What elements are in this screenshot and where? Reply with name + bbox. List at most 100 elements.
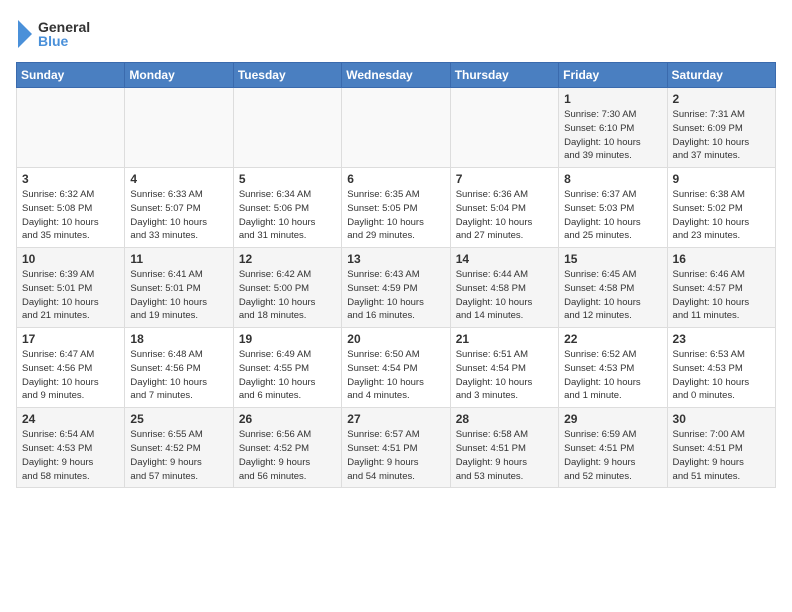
calendar-cell: 20 Sunrise: 6:50 AM Sunset: 4:54 PM Dayli… xyxy=(342,328,450,408)
logo-svg: GeneralBlue xyxy=(16,16,106,52)
calendar-cell: 6 Sunrise: 6:35 AM Sunset: 5:05 PM Daylig… xyxy=(342,168,450,248)
day-number: 20 xyxy=(347,332,444,346)
calendar-cell: 16 Sunrise: 6:46 AM Sunset: 4:57 PM Dayli… xyxy=(667,248,775,328)
calendar-cell: 24 Sunrise: 6:54 AM Sunset: 4:53 PM Dayli… xyxy=(17,408,125,488)
day-info: Sunrise: 6:56 AM Sunset: 4:52 PM Dayligh… xyxy=(239,428,336,483)
day-number: 21 xyxy=(456,332,553,346)
day-info: Sunrise: 7:30 AM Sunset: 6:10 PM Dayligh… xyxy=(564,108,661,163)
calendar-cell: 18Sunrise: 6:48 AM Sunset: 4:56 PM Dayli… xyxy=(125,328,233,408)
day-number: 2 xyxy=(673,92,770,106)
weekday-header-wednesday: Wednesday xyxy=(342,63,450,88)
weekday-header-tuesday: Tuesday xyxy=(233,63,341,88)
day-info: Sunrise: 6:39 AM Sunset: 5:01 PM Dayligh… xyxy=(22,268,119,323)
day-number: 7 xyxy=(456,172,553,186)
calendar-cell: 15Sunrise: 6:45 AM Sunset: 4:58 PM Dayli… xyxy=(559,248,667,328)
day-number: 19 xyxy=(239,332,336,346)
weekday-header-thursday: Thursday xyxy=(450,63,558,88)
calendar-cell: 13 Sunrise: 6:43 AM Sunset: 4:59 PM Dayli… xyxy=(342,248,450,328)
calendar-cell: 11Sunrise: 6:41 AM Sunset: 5:01 PM Dayli… xyxy=(125,248,233,328)
weekday-header-row: SundayMondayTuesdayWednesdayThursdayFrid… xyxy=(17,63,776,88)
weekday-header-sunday: Sunday xyxy=(17,63,125,88)
calendar-cell xyxy=(125,88,233,168)
day-number: 17 xyxy=(22,332,119,346)
calendar-cell: 25 Sunrise: 6:55 AM Sunset: 4:52 PM Dayli… xyxy=(125,408,233,488)
day-number: 18 xyxy=(130,332,227,346)
calendar-cell: 9 Sunrise: 6:38 AM Sunset: 5:02 PM Daylig… xyxy=(667,168,775,248)
day-number: 14 xyxy=(456,252,553,266)
calendar-cell: 14 Sunrise: 6:44 AM Sunset: 4:58 PM Dayli… xyxy=(450,248,558,328)
calendar-cell: 8 Sunrise: 6:37 AM Sunset: 5:03 PM Daylig… xyxy=(559,168,667,248)
day-number: 15 xyxy=(564,252,661,266)
day-number: 5 xyxy=(239,172,336,186)
day-info: Sunrise: 6:50 AM Sunset: 4:54 PM Dayligh… xyxy=(347,348,444,403)
weekday-header-monday: Monday xyxy=(125,63,233,88)
calendar-cell: 22 Sunrise: 6:52 AM Sunset: 4:53 PM Dayli… xyxy=(559,328,667,408)
day-number: 6 xyxy=(347,172,444,186)
weekday-header-saturday: Saturday xyxy=(667,63,775,88)
day-info: Sunrise: 7:31 AM Sunset: 6:09 PM Dayligh… xyxy=(673,108,770,163)
calendar-week-row: 3 Sunrise: 6:32 AM Sunset: 5:08 PM Daylig… xyxy=(17,168,776,248)
day-info: Sunrise: 6:55 AM Sunset: 4:52 PM Dayligh… xyxy=(130,428,227,483)
day-number: 26 xyxy=(239,412,336,426)
day-number: 16 xyxy=(673,252,770,266)
calendar-cell xyxy=(450,88,558,168)
day-info: Sunrise: 6:46 AM Sunset: 4:57 PM Dayligh… xyxy=(673,268,770,323)
calendar-cell: 17 Sunrise: 6:47 AM Sunset: 4:56 PM Dayli… xyxy=(17,328,125,408)
day-number: 30 xyxy=(673,412,770,426)
calendar-cell: 12Sunrise: 6:42 AM Sunset: 5:00 PM Dayli… xyxy=(233,248,341,328)
logo: GeneralBlue xyxy=(16,16,106,52)
day-number: 22 xyxy=(564,332,661,346)
day-info: Sunrise: 6:58 AM Sunset: 4:51 PM Dayligh… xyxy=(456,428,553,483)
day-info: Sunrise: 7:00 AM Sunset: 4:51 PM Dayligh… xyxy=(673,428,770,483)
calendar-cell: 5Sunrise: 6:34 AM Sunset: 5:06 PM Daylig… xyxy=(233,168,341,248)
day-info: Sunrise: 6:47 AM Sunset: 4:56 PM Dayligh… xyxy=(22,348,119,403)
day-number: 10 xyxy=(22,252,119,266)
calendar-cell: 27 Sunrise: 6:57 AM Sunset: 4:51 PM Dayli… xyxy=(342,408,450,488)
day-info: Sunrise: 6:49 AM Sunset: 4:55 PM Dayligh… xyxy=(239,348,336,403)
day-info: Sunrise: 6:35 AM Sunset: 5:05 PM Dayligh… xyxy=(347,188,444,243)
day-number: 23 xyxy=(673,332,770,346)
day-number: 13 xyxy=(347,252,444,266)
calendar-week-row: 17 Sunrise: 6:47 AM Sunset: 4:56 PM Dayli… xyxy=(17,328,776,408)
day-number: 4 xyxy=(130,172,227,186)
day-number: 28 xyxy=(456,412,553,426)
calendar-week-row: 24 Sunrise: 6:54 AM Sunset: 4:53 PM Dayli… xyxy=(17,408,776,488)
calendar-week-row: 1 Sunrise: 7:30 AM Sunset: 6:10 PM Daylig… xyxy=(17,88,776,168)
calendar-cell xyxy=(17,88,125,168)
day-info: Sunrise: 6:32 AM Sunset: 5:08 PM Dayligh… xyxy=(22,188,119,243)
day-number: 27 xyxy=(347,412,444,426)
day-info: Sunrise: 6:52 AM Sunset: 4:53 PM Dayligh… xyxy=(564,348,661,403)
day-number: 29 xyxy=(564,412,661,426)
day-number: 8 xyxy=(564,172,661,186)
header: GeneralBlue xyxy=(16,16,776,52)
calendar-cell xyxy=(342,88,450,168)
day-info: Sunrise: 6:44 AM Sunset: 4:58 PM Dayligh… xyxy=(456,268,553,323)
day-info: Sunrise: 6:36 AM Sunset: 5:04 PM Dayligh… xyxy=(456,188,553,243)
day-info: Sunrise: 6:33 AM Sunset: 5:07 PM Dayligh… xyxy=(130,188,227,243)
svg-text:Blue: Blue xyxy=(38,33,69,49)
calendar-body: 1 Sunrise: 7:30 AM Sunset: 6:10 PM Daylig… xyxy=(17,88,776,488)
calendar-cell: 1 Sunrise: 7:30 AM Sunset: 6:10 PM Daylig… xyxy=(559,88,667,168)
calendar-cell: 19 Sunrise: 6:49 AM Sunset: 4:55 PM Dayli… xyxy=(233,328,341,408)
day-info: Sunrise: 6:43 AM Sunset: 4:59 PM Dayligh… xyxy=(347,268,444,323)
day-info: Sunrise: 6:38 AM Sunset: 5:02 PM Dayligh… xyxy=(673,188,770,243)
calendar-cell: 26 Sunrise: 6:56 AM Sunset: 4:52 PM Dayli… xyxy=(233,408,341,488)
day-number: 3 xyxy=(22,172,119,186)
calendar-cell: 30 Sunrise: 7:00 AM Sunset: 4:51 PM Dayli… xyxy=(667,408,775,488)
day-info: Sunrise: 6:41 AM Sunset: 5:01 PM Dayligh… xyxy=(130,268,227,323)
day-info: Sunrise: 6:42 AM Sunset: 5:00 PM Dayligh… xyxy=(239,268,336,323)
day-info: Sunrise: 6:37 AM Sunset: 5:03 PM Dayligh… xyxy=(564,188,661,243)
calendar-cell: 7 Sunrise: 6:36 AM Sunset: 5:04 PM Daylig… xyxy=(450,168,558,248)
day-info: Sunrise: 6:57 AM Sunset: 4:51 PM Dayligh… xyxy=(347,428,444,483)
day-number: 25 xyxy=(130,412,227,426)
calendar-cell: 3 Sunrise: 6:32 AM Sunset: 5:08 PM Daylig… xyxy=(17,168,125,248)
day-number: 1 xyxy=(564,92,661,106)
day-info: Sunrise: 6:53 AM Sunset: 4:53 PM Dayligh… xyxy=(673,348,770,403)
calendar-table: SundayMondayTuesdayWednesdayThursdayFrid… xyxy=(16,62,776,488)
calendar-cell: 2 Sunrise: 7:31 AM Sunset: 6:09 PM Daylig… xyxy=(667,88,775,168)
calendar-cell: 29Sunrise: 6:59 AM Sunset: 4:51 PM Dayli… xyxy=(559,408,667,488)
calendar-cell xyxy=(233,88,341,168)
day-number: 24 xyxy=(22,412,119,426)
day-number: 9 xyxy=(673,172,770,186)
day-info: Sunrise: 6:54 AM Sunset: 4:53 PM Dayligh… xyxy=(22,428,119,483)
